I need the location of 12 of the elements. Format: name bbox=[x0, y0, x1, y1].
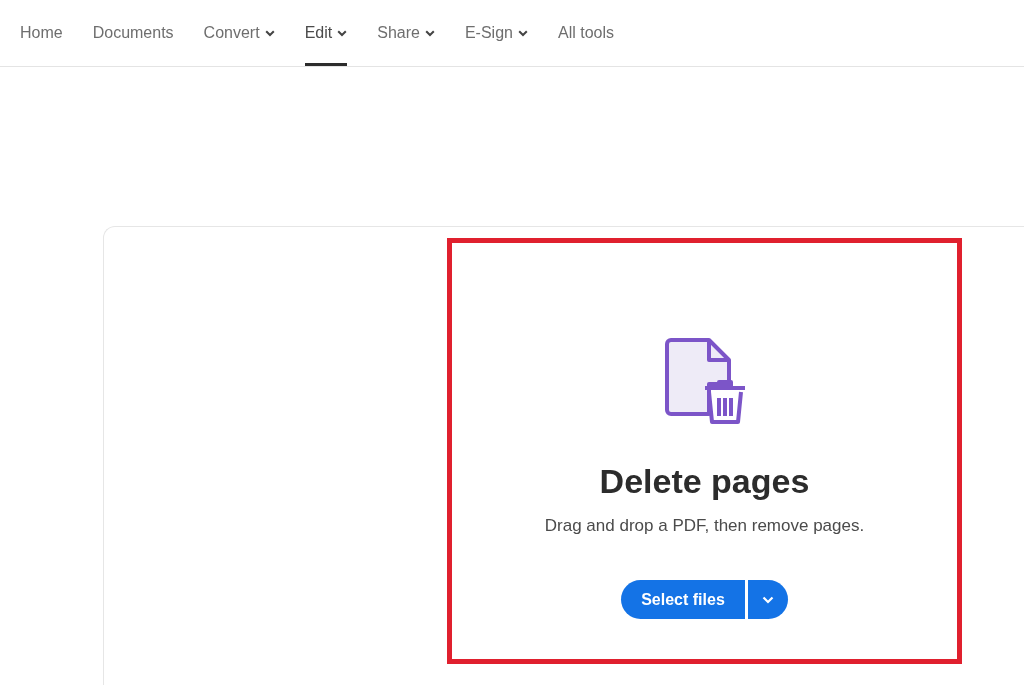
nav-tab[interactable]: All tools bbox=[557, 0, 614, 66]
nav-tab[interactable]: Edit bbox=[304, 0, 348, 66]
dropdown-button[interactable] bbox=[747, 580, 788, 619]
nav-tab[interactable]: Share bbox=[377, 0, 435, 66]
nav-tab[interactable]: Convert bbox=[203, 0, 275, 66]
nav-tab[interactable]: E-Sign bbox=[464, 0, 528, 66]
nav-tab[interactable]: Home bbox=[20, 0, 63, 66]
select-files-button[interactable]: Select files bbox=[621, 580, 745, 619]
nav-tab[interactable]: Documents bbox=[92, 0, 174, 66]
tool-title: Delete pages bbox=[599, 461, 810, 502]
chevron-down-icon bbox=[761, 595, 774, 604]
tool-description: Drag and drop a PDF, then remove pages. bbox=[544, 514, 865, 537]
